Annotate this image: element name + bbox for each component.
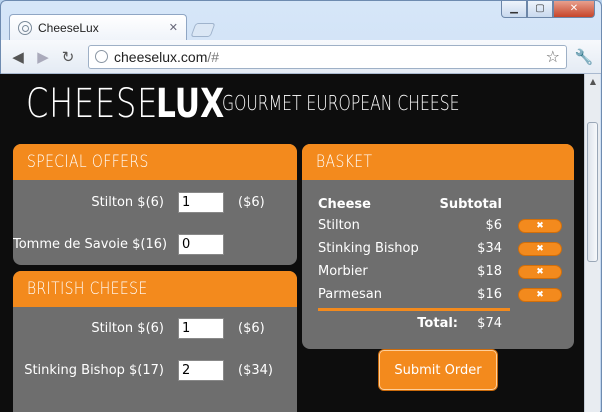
basket-item-subtotal: $34 <box>477 241 502 256</box>
column-header-subtotal: Subtotal <box>439 196 502 212</box>
page-favicon-icon <box>18 20 32 35</box>
remove-cell: ✖ <box>502 218 562 233</box>
product-label: Stilton $(6) <box>91 321 164 336</box>
close-window-button[interactable]: ✕ <box>553 1 595 18</box>
offer-row-tomme: Tomme de Savoie $(16) <box>13 234 278 255</box>
tab-title: CheeseLux <box>38 20 99 35</box>
remove-item-button[interactable]: ✖ <box>518 241 562 256</box>
quantity-input[interactable] <box>178 234 224 255</box>
basket-row: Stinking Bishop $34 ✖ <box>318 237 562 260</box>
total-value: $74 <box>477 315 502 331</box>
scroll-up-arrow-icon[interactable]: ▲ <box>585 74 601 90</box>
product-subtotal: ($34) <box>238 363 273 378</box>
product-subtotal: ($6) <box>238 195 265 210</box>
page-viewport: CHEESE LUX GOURMET EUROPEAN CHEESE SPECI… <box>0 74 584 412</box>
basket-item-name: Stilton <box>318 218 360 233</box>
basket-item-name: Parmesan <box>318 287 382 302</box>
browser-toolbar: ◀ ▶ ↻ cheeselux.com/# ☆ 🔧 <box>1 40 601 74</box>
remove-cell: ✖ <box>502 241 562 256</box>
quantity-input[interactable] <box>178 318 224 339</box>
back-arrow-icon[interactable]: ◀ <box>7 46 29 68</box>
british-cheese-title-text: BRITISH CHEESE <box>27 279 148 299</box>
basket-table: Cheese Subtotal Stilton $6 ✖ Stinking Bi… <box>318 194 562 335</box>
basket-item-name: Stinking Bishop <box>318 241 419 256</box>
product-label: Stinking Bishop $(17) <box>24 363 164 378</box>
vertical-scrollbar[interactable]: ▲ <box>584 74 600 412</box>
british-cheese-title: BRITISH CHEESE <box>13 271 297 307</box>
basket-title: BASKET <box>302 144 574 180</box>
british-row-stilton: Stilton $(6) ($6) <box>13 318 278 339</box>
scrollbar-thumb[interactable] <box>587 122 598 262</box>
offer-row-stilton: Stilton $(6) ($6) <box>13 192 278 213</box>
window-controls: ▁ ▢ ✕ <box>501 1 595 19</box>
address-bar[interactable]: cheeselux.com/# ☆ <box>88 44 567 69</box>
minimize-button[interactable]: ▁ <box>501 1 527 18</box>
new-tab-button[interactable] <box>190 23 216 37</box>
wrench-menu-icon[interactable]: 🔧 <box>573 48 595 66</box>
basket-panel: BASKET Cheese Subtotal Stilton $6 ✖ Stin… <box>302 144 574 349</box>
logo-light-text: CHEESE <box>26 81 159 127</box>
basket-item-name: Morbier <box>318 264 368 279</box>
total-label: Total: <box>417 315 458 331</box>
basket-row: Stilton $6 ✖ <box>318 214 562 237</box>
special-offers-title: SPECIAL OFFERS <box>13 144 297 180</box>
submit-order-button[interactable]: Submit Order <box>379 350 497 390</box>
forward-arrow-icon[interactable]: ▶ <box>32 46 54 68</box>
reload-icon[interactable]: ↻ <box>57 46 79 68</box>
globe-icon <box>95 50 108 63</box>
remove-cell: ✖ <box>502 287 562 302</box>
basket-title-text: BASKET <box>316 152 373 172</box>
british-cheese-panel: BRITISH CHEESE Stilton $(6) ($6) Stinkin… <box>13 271 297 412</box>
quantity-input[interactable] <box>178 192 224 213</box>
basket-item-subtotal: $18 <box>477 264 502 279</box>
site-tagline: GOURMET EUROPEAN CHEESE <box>222 91 460 115</box>
basket-row: Morbier $18 ✖ <box>318 260 562 283</box>
british-row-stinking-bishop: Stinking Bishop $(17) ($34) <box>13 360 278 381</box>
remove-item-button[interactable]: ✖ <box>518 218 562 233</box>
special-offers-panel: SPECIAL OFFERS Stilton $(6) ($6) Tomme d… <box>13 144 297 265</box>
column-header-cheese: Cheese <box>318 196 371 212</box>
logo-bold-text: LUX <box>156 81 225 127</box>
bookmark-star-icon[interactable]: ☆ <box>546 47 560 66</box>
browser-tab[interactable]: CheeseLux ✕ <box>9 14 187 40</box>
product-subtotal: ($6) <box>238 321 265 336</box>
tab-close-icon[interactable]: ✕ <box>169 21 178 34</box>
quantity-input[interactable] <box>178 360 224 381</box>
site-header: CHEESE LUX GOURMET EUROPEAN CHEESE <box>26 82 526 126</box>
url-text: cheeselux.com/# <box>114 49 546 65</box>
remove-cell: ✖ <box>502 264 562 279</box>
basket-total-row: Total: $74 <box>318 311 562 335</box>
basket-item-subtotal: $6 <box>485 218 502 233</box>
url-path: /# <box>207 48 220 65</box>
basket-header-row: Cheese Subtotal <box>318 194 562 214</box>
remove-item-button[interactable]: ✖ <box>518 264 562 279</box>
special-offers-title-text: SPECIAL OFFERS <box>27 152 149 172</box>
basket-item-subtotal: $16 <box>477 287 502 302</box>
product-label: Tomme de Savoie $(16) <box>13 237 168 252</box>
maximize-button[interactable]: ▢ <box>527 1 553 18</box>
basket-row: Parmesan $16 ✖ <box>318 283 562 306</box>
url-host: cheeselux.com <box>114 48 208 65</box>
remove-item-button[interactable]: ✖ <box>518 287 562 302</box>
product-label: Stilton $(6) <box>91 195 164 210</box>
